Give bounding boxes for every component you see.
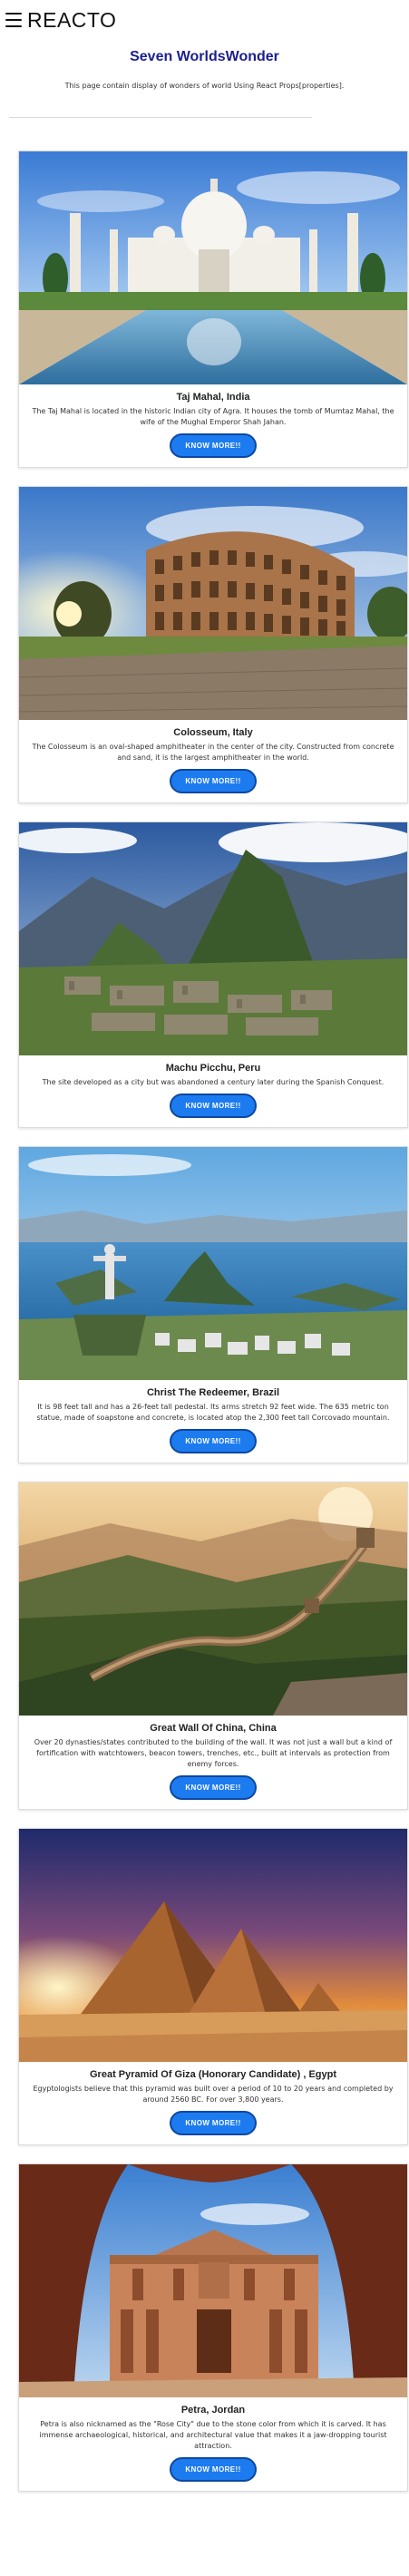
divider: [9, 117, 312, 118]
wonder-description: Over 20 dynasties/states contributed to …: [34, 1738, 393, 1768]
wonder-description: Petra is also nicknamed as the "Rose Cit…: [39, 2420, 387, 2450]
page-title: Seven WorldsWonder: [130, 49, 279, 64]
hamburger-menu-icon[interactable]: [5, 13, 22, 27]
christ-the-redeemer-image: [19, 1147, 407, 1380]
wonder-description: It is 98 feet tall and has a 26-feet tal…: [36, 1403, 390, 1422]
wonder-description: Egyptologists believe that this pyramid …: [33, 2085, 394, 2104]
wonder-title: Christ The Redeemer, Brazil: [146, 1387, 280, 1398]
top-navbar: REACTO: [0, 0, 409, 40]
colosseum-image: [19, 487, 407, 720]
wonder-description: The Colosseum is an oval-shaped amphithe…: [32, 743, 394, 762]
wonder-title: Taj Mahal, India: [176, 392, 250, 403]
wonder-card-machu-picchu: Machu Picchu, Peru The site developed as…: [18, 821, 408, 1128]
wonder-title: Machu Picchu, Peru: [165, 1063, 261, 1074]
petra-image: [19, 2164, 407, 2397]
great-wall-image: [19, 1482, 407, 1716]
wonder-card-great-wall: Great Wall Of China, China Over 20 dynas…: [18, 1482, 408, 1810]
brand-logo-text[interactable]: REACTO: [27, 8, 116, 33]
page-subtitle: This page contain display of wonders of …: [64, 82, 345, 90]
great-pyramid-image: [19, 1829, 407, 2062]
wonder-card-great-pyramid: Great Pyramid Of Giza (Honorary Candidat…: [18, 1828, 408, 2145]
wonder-description: The Taj Mahal is located in the historic…: [32, 407, 394, 426]
wonder-card-taj-mahal: Taj Mahal, India The Taj Mahal is locate…: [18, 151, 408, 468]
know-more-button[interactable]: KNOW MORE!!: [170, 1775, 257, 1800]
wonder-description: The site developed as a city but was aba…: [42, 1078, 385, 1086]
machu-picchu-image: [19, 822, 407, 1055]
wonder-title: Great Pyramid Of Giza (Honorary Candidat…: [90, 2069, 336, 2080]
know-more-button[interactable]: KNOW MORE!!: [170, 1094, 257, 1118]
know-more-button[interactable]: KNOW MORE!!: [170, 769, 257, 793]
wonder-card-christ-the-redeemer: Christ The Redeemer, Brazil It is 98 fee…: [18, 1146, 408, 1463]
wonder-title: Petra, Jordan: [180, 2405, 246, 2416]
wonder-title: Colosseum, Italy: [173, 727, 253, 738]
wonders-card-list: Taj Mahal, India The Taj Mahal is locate…: [18, 151, 408, 2510]
know-more-button[interactable]: KNOW MORE!!: [170, 1429, 257, 1453]
wonder-card-colosseum: Colosseum, Italy The Colosseum is an ova…: [18, 486, 408, 803]
taj-mahal-image: [19, 151, 407, 384]
know-more-button[interactable]: KNOW MORE!!: [170, 2111, 257, 2135]
wonder-card-petra: Petra, Jordan Petra is also nicknamed as…: [18, 2163, 408, 2492]
know-more-button[interactable]: KNOW MORE!!: [170, 2457, 257, 2482]
wonder-title: Great Wall Of China, China: [150, 1723, 277, 1734]
know-more-button[interactable]: KNOW MORE!!: [170, 433, 257, 458]
